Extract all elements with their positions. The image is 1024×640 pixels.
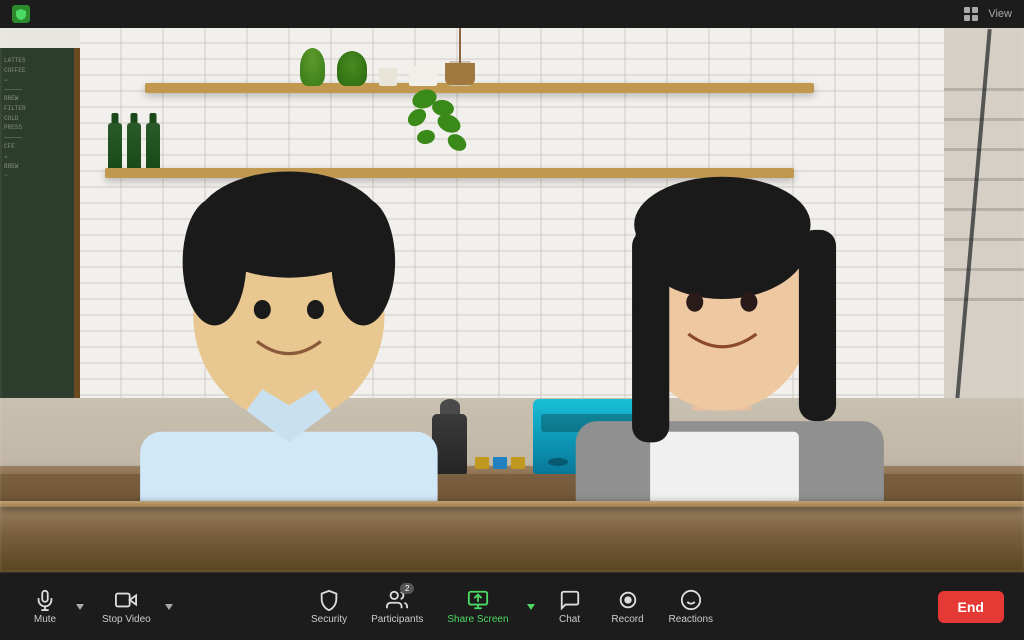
participants-button[interactable]: 2 Participants [363, 583, 431, 631]
security-icon [318, 589, 340, 611]
title-bar-left [12, 5, 30, 23]
security-label: Security [311, 614, 347, 625]
people-svg [0, 28, 1024, 572]
mute-caret[interactable] [74, 596, 86, 618]
reactions-icon [680, 589, 702, 611]
toolbar-right: End [938, 591, 1004, 623]
reactions-label: Reactions [669, 614, 713, 625]
main-scene: LATTESCOFFEE☕—————BREWFILTERCOLDPRESS———… [0, 28, 1024, 572]
title-bar-right[interactable]: View [964, 7, 1012, 21]
mute-button[interactable]: Mute [20, 583, 70, 631]
view-grid-icon [964, 7, 978, 21]
record-button[interactable]: Record [603, 583, 653, 631]
toolbar-center: Security 2 Participants [303, 583, 721, 631]
view-label[interactable]: View [988, 8, 1012, 20]
mute-label: Mute [34, 614, 56, 625]
share-screen-label: Share Screen [447, 614, 508, 625]
chat-icon [559, 589, 581, 611]
participants-badge: 2 [400, 583, 414, 594]
video-area: LATTESCOFFEE☕—————BREWFILTERCOLDPRESS———… [0, 28, 1024, 572]
reactions-button[interactable]: Reactions [661, 583, 721, 631]
record-icon [617, 589, 639, 611]
security-button[interactable]: Security [303, 583, 355, 631]
chat-label: Chat [559, 614, 580, 625]
camera-icon [115, 589, 137, 611]
toolbar-left: Mute Stop Video [20, 583, 175, 631]
title-bar: View [0, 0, 1024, 28]
mic-icon [34, 589, 56, 611]
share-screen-icon [467, 589, 489, 611]
table-foreground [0, 507, 1024, 572]
participants-label: Participants [371, 614, 423, 625]
security-shield-icon [12, 5, 30, 23]
toolbar: Mute Stop Video [0, 572, 1024, 640]
chat-button[interactable]: Chat [545, 583, 595, 631]
video-caret[interactable] [163, 596, 175, 618]
table-edge [0, 501, 1024, 507]
participants-icon: 2 [386, 589, 408, 611]
stop-video-button[interactable]: Stop Video [94, 583, 159, 631]
share-caret[interactable] [525, 596, 537, 618]
record-label: Record [611, 614, 643, 625]
stop-video-label: Stop Video [102, 614, 151, 625]
share-screen-button[interactable]: Share Screen [439, 583, 516, 631]
end-button[interactable]: End [938, 591, 1004, 623]
